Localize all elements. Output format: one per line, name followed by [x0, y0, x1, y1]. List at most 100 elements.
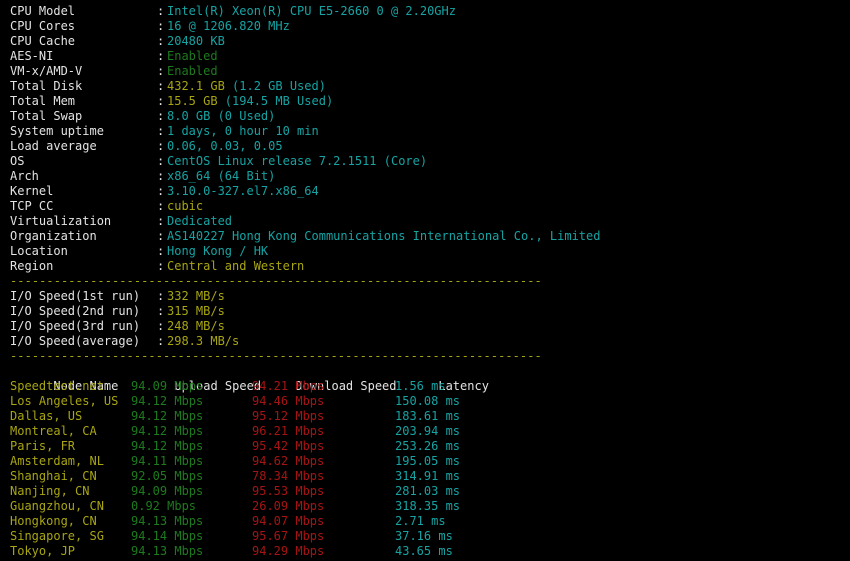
cell-latency: 318.35 ms: [395, 499, 461, 513]
cell-node-name: Hongkong, CN: [10, 514, 97, 528]
sysinfo-row: VM-x/AMD-V: Enabled: [10, 64, 850, 79]
cell-download-speed: 95.12 Mbps: [252, 409, 325, 423]
cell-upload-speed: 94.13 Mbps: [131, 544, 204, 558]
sysinfo-label: Total Swap: [10, 109, 83, 123]
table-row: Nanjing, CN 94.09 Mbps 95.53 Mbps 281.03 ms: [10, 484, 850, 499]
sysinfo-row: System uptime:1 days, 0 hour 10 min: [10, 124, 850, 139]
sysinfo-row: Virtualization: Dedicated: [10, 214, 850, 229]
sysinfo-value: Central and Western: [167, 259, 305, 273]
sysinfo-label: Kernel: [10, 184, 54, 198]
column-header-latency: Latency: [438, 379, 489, 393]
table-row: Tokyo, JP 94.13 Mbps 94.29 Mbps 43.65 ms: [10, 544, 850, 559]
cell-node-name: Singapore, SG: [10, 529, 104, 543]
io-speed-row: I/O Speed(1st run):332 MB/s: [10, 289, 850, 304]
sysinfo-label: AES-NI: [10, 49, 54, 63]
sysinfo-separator: :: [157, 229, 165, 243]
table-header-row: Node Name Upload Speed Download Speed Laten…: [10, 364, 850, 393]
cell-download-speed: 26.09 Mbps: [252, 499, 325, 513]
sysinfo-label: Load average: [10, 139, 97, 153]
cell-upload-speed: 94.12 Mbps: [131, 394, 204, 408]
cell-upload-speed: 94.09 Mbps: [131, 484, 204, 498]
sysinfo-label: Location: [10, 244, 68, 258]
io-speed-label: I/O Speed(2nd run): [10, 304, 141, 318]
sysinfo-value: cubic: [167, 199, 204, 213]
sysinfo-label: CPU Cores: [10, 19, 76, 33]
table-row: Singapore, SG 94.14 Mbps 95.67 Mbps 37.16 m…: [10, 529, 850, 544]
system-info-section: CPU Model: Intel(R) Xeon(R) CPU E5-2660 0…: [10, 4, 850, 274]
io-speed-row: I/O Speed(2nd run):315 MB/s: [10, 304, 850, 319]
divider-top: ----------------------------------------…: [10, 274, 542, 288]
sysinfo-value: 16 @ 1206.820 MHz: [167, 19, 290, 33]
cell-upload-speed: 0.92 Mbps: [131, 499, 197, 513]
cell-upload-speed: 94.09 Mbps: [131, 379, 204, 393]
table-row: Montreal, CA 94.12 Mbps 96.21 Mbps 203.94 m…: [10, 424, 850, 439]
table-row: Dallas, US 94.12 Mbps 95.12 Mbps 183.61 ms: [10, 409, 850, 424]
cell-download-speed: 95.53 Mbps: [252, 484, 325, 498]
cell-download-speed: 94.21 Mbps: [252, 379, 325, 393]
cell-node-name: Tokyo, JP: [10, 544, 76, 558]
table-row: Hongkong, CN 94.13 Mbps 94.07 Mbps 2.71 ms: [10, 514, 850, 529]
sysinfo-separator: :: [157, 109, 165, 123]
sysinfo-row: CPU Cache:20480 KB: [10, 34, 850, 49]
io-speed-label: I/O Speed(average): [10, 334, 141, 348]
sysinfo-separator: :: [157, 154, 165, 168]
io-speed-value: 298.3 MB/s: [167, 334, 240, 348]
sysinfo-row: Kernel:3.10.0-327.el7.x86_64: [10, 184, 850, 199]
terminal-window[interactable]: CPU Model: Intel(R) Xeon(R) CPU E5-2660 0…: [0, 0, 850, 561]
cell-node-name: Nanjing, CN: [10, 484, 90, 498]
sysinfo-value: Enabled: [167, 49, 218, 63]
sysinfo-separator: :: [157, 169, 165, 183]
sysinfo-value: 432.1 GB: [167, 79, 225, 93]
io-speed-separator: :: [157, 304, 165, 318]
io-speed-value: 248 MB/s: [167, 319, 225, 333]
sysinfo-value: Enabled: [167, 64, 218, 78]
io-speed-value: 315 MB/s: [167, 304, 225, 318]
sysinfo-separator: :: [157, 184, 165, 198]
sysinfo-label: Organization: [10, 229, 97, 243]
cell-download-speed: 94.46 Mbps: [252, 394, 325, 408]
sysinfo-value-secondary: (1.2 GB Used): [224, 79, 326, 93]
cell-node-name: Dallas, US: [10, 409, 83, 423]
sysinfo-row: CPU Model: Intel(R) Xeon(R) CPU E5-2660 0…: [10, 4, 850, 19]
sysinfo-value: Dedicated: [167, 214, 233, 228]
sysinfo-value: 1 days, 0 hour 10 min: [167, 124, 319, 138]
sysinfo-separator: :: [157, 244, 165, 258]
sysinfo-separator: :: [157, 19, 165, 33]
sysinfo-label: CPU Model: [10, 4, 76, 18]
divider-bottom: ----------------------------------------…: [10, 349, 542, 363]
sysinfo-value: CentOS Linux release 7.2.1511 (Core): [167, 154, 428, 168]
cell-node-name: Speedtest.net: [10, 379, 104, 393]
sysinfo-row: Organization: AS140227 Hong Kong Communic…: [10, 229, 850, 244]
cell-download-speed: 78.34 Mbps: [252, 469, 325, 483]
table-row: Guangzhou, CN 0.92 Mbps 26.09 Mbps 318.35 m…: [10, 499, 850, 514]
speedtest-table: Node Name Upload Speed Download Speed Laten…: [10, 364, 850, 559]
sysinfo-value: 8.0 GB (0 Used): [167, 109, 276, 123]
cell-upload-speed: 94.12 Mbps: [131, 409, 204, 423]
sysinfo-label: System uptime: [10, 124, 104, 138]
io-speed-value: 332 MB/s: [167, 289, 225, 303]
cell-download-speed: 95.67 Mbps: [252, 529, 325, 543]
cell-latency: 183.61 ms: [395, 409, 461, 423]
table-row: Amsterdam, NL 94.11 Mbps 94.62 Mbps 195.05 …: [10, 454, 850, 469]
cell-latency: 203.94 ms: [395, 424, 461, 438]
sysinfo-separator: :: [157, 79, 165, 93]
cell-latency: 314.91 ms: [395, 469, 461, 483]
sysinfo-row: Region: Central and Western: [10, 259, 850, 274]
sysinfo-separator: :: [157, 124, 165, 138]
table-row: Los Angeles, US 94.12 Mbps 94.46 Mbps 150.0…: [10, 394, 850, 409]
sysinfo-value: Hong Kong / HK: [167, 244, 269, 258]
sysinfo-row: Total Swap:8.0 GB (0 Used): [10, 109, 850, 124]
cell-upload-speed: 94.14 Mbps: [131, 529, 204, 543]
cell-latency: 37.16 ms: [395, 529, 453, 543]
cell-download-speed: 94.29 Mbps: [252, 544, 325, 558]
io-speed-row: I/O Speed(average):298.3 MB/s: [10, 334, 850, 349]
cell-latency: 1.56 ms: [395, 379, 446, 393]
cell-node-name: Montreal, CA: [10, 424, 97, 438]
cell-node-name: Shanghai, CN: [10, 469, 97, 483]
sysinfo-value: 15.5 GB: [167, 94, 218, 108]
sysinfo-value-secondary: (194.5 MB Used): [217, 94, 334, 108]
cell-upload-speed: 94.12 Mbps: [131, 424, 204, 438]
sysinfo-row: Arch: x86_64 (64 Bit): [10, 169, 850, 184]
cell-upload-speed: 94.13 Mbps: [131, 514, 204, 528]
sysinfo-separator: :: [157, 4, 165, 18]
